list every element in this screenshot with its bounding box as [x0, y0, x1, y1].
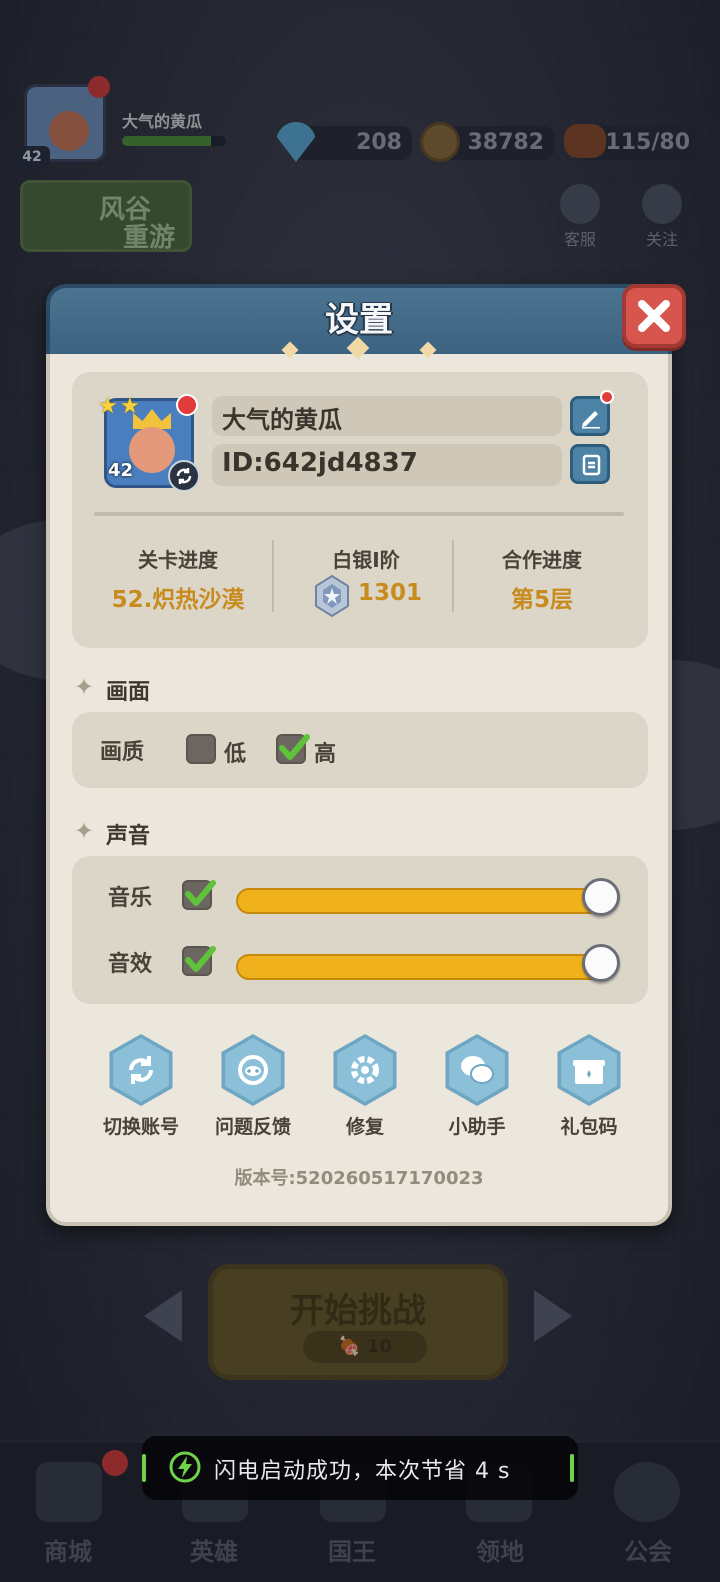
- assistant-button[interactable]: 小助手: [429, 1034, 525, 1139]
- close-button[interactable]: [622, 284, 686, 348]
- gift-code-button[interactable]: 礼包码: [541, 1034, 637, 1139]
- section-star-icon: ✦: [74, 673, 95, 701]
- notification-dot: [176, 394, 198, 416]
- quality-high-label[interactable]: 高: [314, 736, 336, 768]
- switch-account-button[interactable]: 切换账号: [93, 1034, 189, 1139]
- toast-accent: [570, 1454, 574, 1482]
- rank-value: 1301: [357, 580, 422, 606]
- profile-divider: [94, 512, 624, 516]
- quality-label: 画质: [100, 740, 145, 765]
- coop-progress-label: 合作进度: [502, 548, 582, 572]
- lightning-icon: [169, 1451, 201, 1483]
- notification-dot: [600, 390, 614, 404]
- graphics-panel: [72, 712, 648, 788]
- repair-label: 修复: [345, 1116, 384, 1138]
- refresh-icon: [176, 468, 192, 484]
- sfx-volume-slider[interactable]: [236, 954, 616, 980]
- quality-low-label[interactable]: 低: [224, 736, 246, 768]
- assistant-label: 小助手: [448, 1116, 506, 1138]
- stage-progress-label: 关卡进度: [138, 548, 218, 572]
- copy-icon: [582, 454, 601, 476]
- checkmark-icon: [185, 946, 216, 972]
- change-avatar-button[interactable]: [168, 460, 200, 492]
- switch-account-label: 切换账号: [102, 1116, 179, 1138]
- switch-account-icon: [129, 1056, 153, 1084]
- music-slider-handle[interactable]: [582, 878, 620, 916]
- repair-icon: [351, 1056, 379, 1084]
- pencil-icon: [582, 411, 600, 429]
- profile-level: 42: [108, 460, 134, 481]
- copy-id-button[interactable]: [570, 444, 610, 484]
- toast-message: 闪电启动成功，本次节省 4 s: [214, 1459, 511, 1484]
- rank-label: 白银I阶: [332, 548, 400, 572]
- star-icon: ★: [98, 394, 118, 419]
- settings-title: 设置: [325, 300, 393, 340]
- toast-notification: 闪电启动成功，本次节省 4 s: [142, 1436, 578, 1500]
- gift-code-label: 礼包码: [560, 1116, 618, 1138]
- version-text: 版本号:520260517170023: [234, 1168, 484, 1189]
- profile-id: ID:642jd4837: [222, 448, 418, 478]
- quality-low-checkbox[interactable]: [186, 734, 216, 764]
- feedback-icon: [238, 1055, 268, 1085]
- graphics-section-title: 画面: [106, 680, 151, 705]
- checkmark-icon: [279, 734, 310, 760]
- sfx-label: 音效: [108, 952, 153, 977]
- feedback-label: 问题反馈: [214, 1116, 291, 1138]
- coop-progress-value: 第5层: [510, 587, 573, 613]
- profile-name: 大气的黄瓜: [222, 406, 342, 434]
- sound-panel: [72, 856, 648, 1004]
- sound-section-title: 声音: [106, 824, 151, 849]
- wechat-assistant-icon: [461, 1056, 494, 1084]
- quality-high-checkbox[interactable]: [276, 734, 310, 764]
- gift-code-icon: [573, 1060, 605, 1084]
- music-label: 音乐: [108, 886, 153, 911]
- close-icon: [638, 300, 670, 332]
- feedback-button[interactable]: 问题反馈: [205, 1034, 301, 1139]
- music-checkbox[interactable]: [182, 880, 216, 910]
- checkmark-icon: [185, 880, 216, 906]
- sfx-slider-handle[interactable]: [582, 944, 620, 982]
- stage-progress-value: 52.炽热沙漠: [111, 587, 245, 613]
- music-volume-slider[interactable]: [236, 888, 616, 914]
- sfx-checkbox[interactable]: [182, 946, 216, 976]
- star-icon: ★: [120, 394, 140, 419]
- toast-accent: [142, 1454, 146, 1482]
- section-star-icon: ✦: [74, 817, 95, 845]
- stat-separator: [272, 540, 274, 612]
- repair-button[interactable]: 修复: [317, 1034, 413, 1139]
